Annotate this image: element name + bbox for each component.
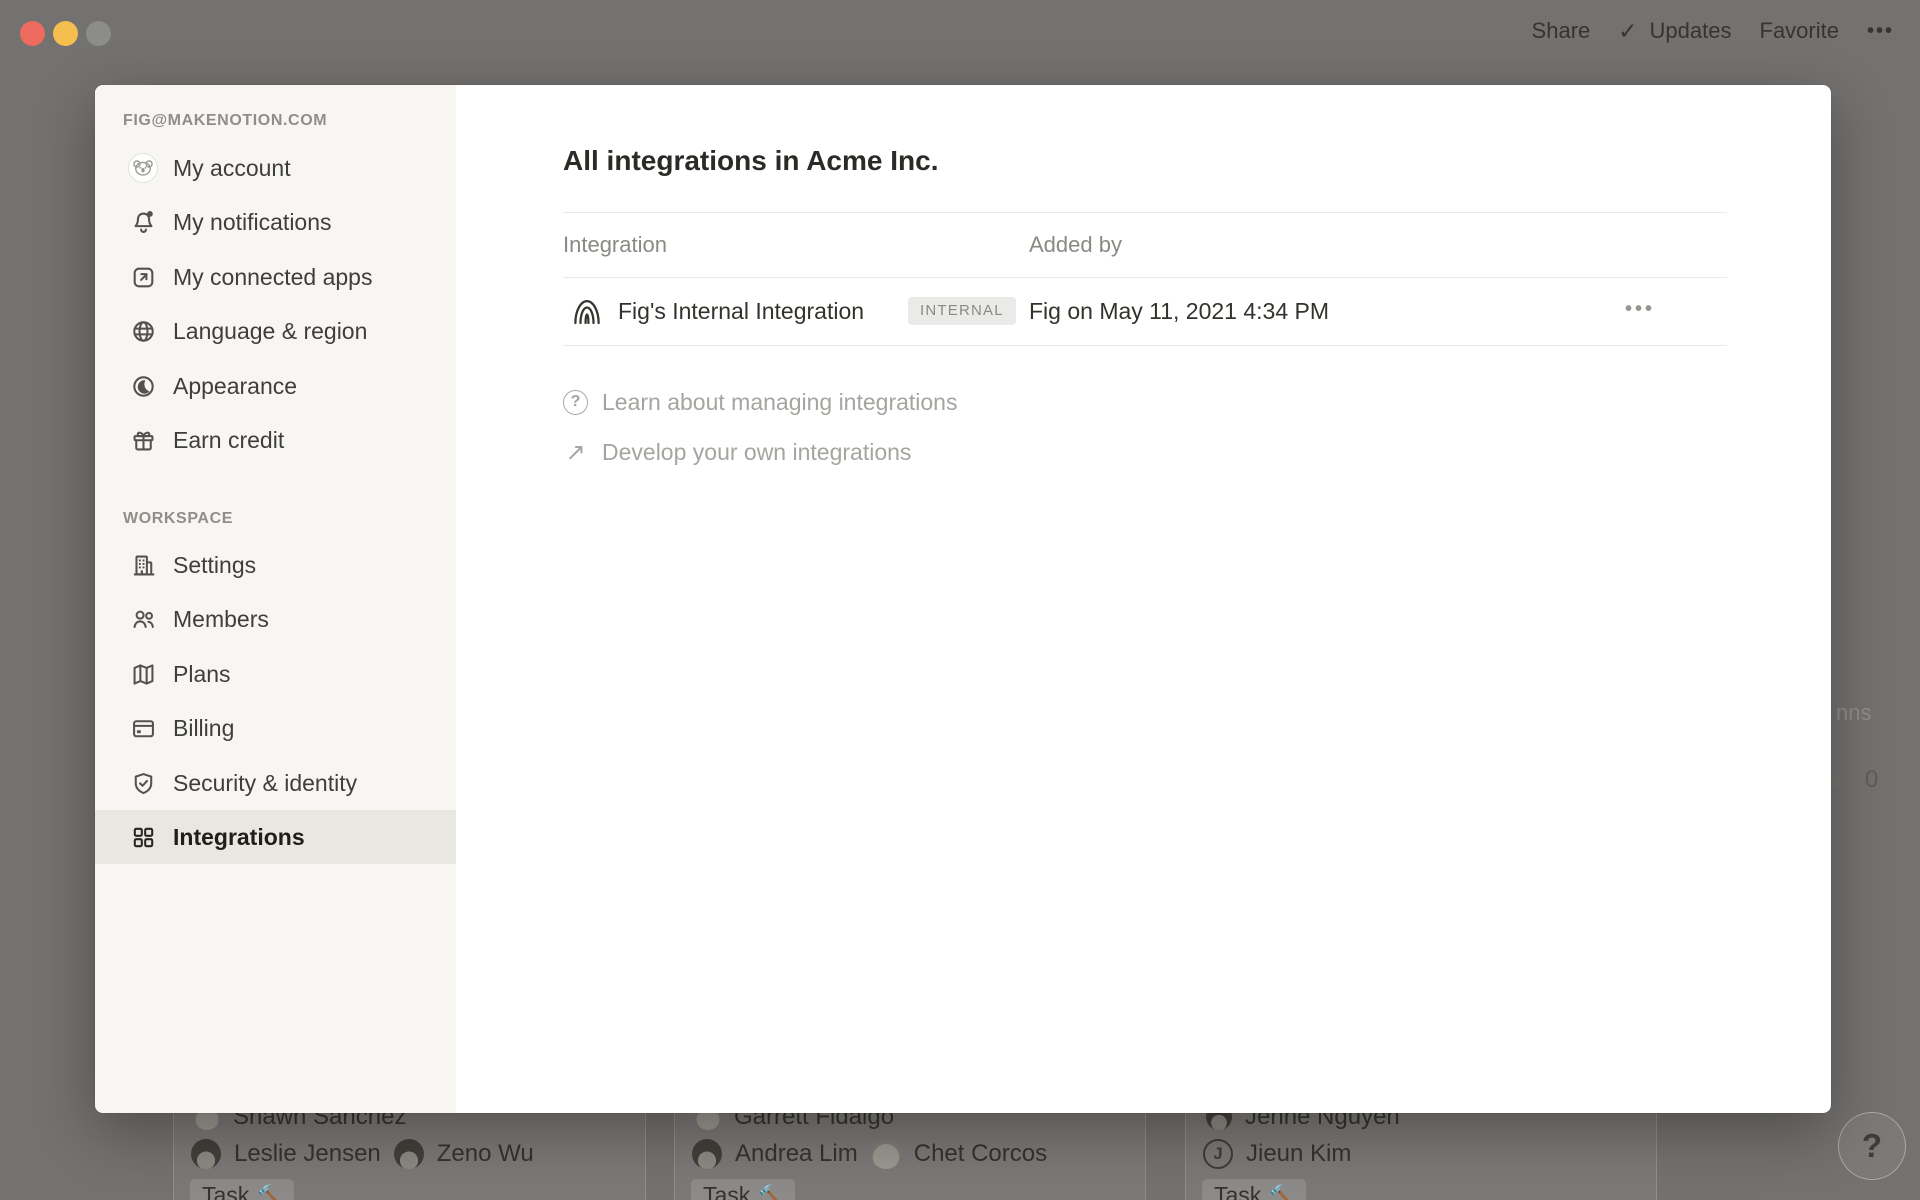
integration-name: Fig's Internal Integration — [618, 277, 864, 345]
sidebar-item-appearance[interactable]: Appearance — [95, 359, 456, 413]
titlebar-actions: Share ✓ Updates Favorite ••• — [1532, 0, 1894, 62]
check-icon: ✓ — [1618, 18, 1637, 45]
avatar-initial: J — [1203, 1139, 1233, 1169]
avatar — [394, 1139, 424, 1169]
board-card: Garrett Fidalgo Andrea Lim Chet Corcos T… — [674, 1098, 1146, 1200]
row-more-icon[interactable]: ••• — [1625, 277, 1655, 345]
learn-integrations-link[interactable]: ? Learn about managing integrations — [563, 385, 957, 419]
sidebar-item-my-connected-apps[interactable]: My connected apps — [95, 250, 456, 304]
updates-label: Updates — [1650, 18, 1732, 44]
credit-card-icon — [128, 713, 158, 743]
task-tag: Task 🔨 — [190, 1179, 294, 1200]
avatar — [191, 1139, 221, 1169]
square-arrow-icon — [128, 262, 158, 292]
integration-row[interactable]: Fig's Internal Integration INTERNAL Fig … — [563, 277, 1727, 345]
building-icon — [128, 550, 158, 580]
sidebar-item-members[interactable]: Members — [95, 592, 456, 646]
sidebar-item-earn-credit[interactable]: Earn credit — [95, 413, 456, 467]
help-button[interactable]: ? — [1838, 1112, 1906, 1180]
link-label: Develop your own integrations — [602, 439, 911, 466]
people-icon — [128, 604, 158, 634]
link-label: Learn about managing integrations — [602, 389, 957, 416]
table-top-border — [563, 212, 1727, 213]
sidebar-item-my-notifications[interactable]: My notifications — [95, 195, 456, 249]
sidebar-item-my-account[interactable]: My account — [95, 141, 456, 195]
settings-sidebar: FIG@MAKENOTION.COM My account — [95, 85, 456, 1113]
globe-icon — [128, 316, 158, 346]
arrow-up-right-icon: ↗ — [563, 438, 588, 467]
hammer-icon: 🔨 — [1269, 1183, 1294, 1200]
window-controls — [20, 21, 111, 46]
board-card: Jenne Nguyen J Jieun Kim Task 🔨 — [1185, 1098, 1657, 1200]
bell-icon — [128, 207, 158, 237]
person-name: Jieun Kim — [1246, 1140, 1351, 1168]
clipped-column-text: nns — [1836, 700, 1871, 726]
moon-icon — [128, 371, 158, 401]
zoom-button[interactable] — [86, 21, 111, 46]
app-window: Share ✓ Updates Favorite ••• Shawn Sanch… — [0, 0, 1920, 1200]
clipped-count-row: s0 — [1827, 766, 1878, 794]
column-header-integration: Integration — [563, 212, 667, 277]
avatar — [692, 1139, 722, 1169]
help-circle-icon: ? — [563, 390, 588, 415]
column-header-added-by: Added by — [1029, 212, 1122, 277]
person-name: Zeno Wu — [437, 1140, 534, 1168]
favorite-button[interactable]: Favorite — [1760, 18, 1839, 44]
fig-integration-icon — [570, 294, 604, 328]
minimize-button[interactable] — [53, 21, 78, 46]
sidebar-item-billing[interactable]: Billing — [95, 701, 456, 755]
user-avatar — [128, 153, 158, 183]
avatar — [871, 1139, 901, 1169]
board-card: Shawn Sanchez Leslie Jensen Zeno Wu Task… — [173, 1098, 646, 1200]
map-icon — [128, 659, 158, 689]
hammer-icon: 🔨 — [758, 1183, 783, 1200]
person-name: Leslie Jensen — [234, 1140, 381, 1168]
sidebar-item-settings[interactable]: Settings — [95, 538, 456, 592]
settings-modal: FIG@MAKENOTION.COM My account — [95, 85, 1831, 1113]
person-name: Andrea Lim — [735, 1140, 858, 1168]
sidebar-item-integrations[interactable]: Integrations — [95, 810, 456, 864]
more-icon[interactable]: ••• — [1867, 20, 1894, 43]
develop-integrations-link[interactable]: ↗ Develop your own integrations — [563, 435, 911, 469]
added-by-value: Fig on May 11, 2021 4:34 PM — [1029, 277, 1329, 345]
sidebar-item-plans[interactable]: Plans — [95, 647, 456, 701]
grid-icon — [128, 822, 158, 852]
sidebar-item-security-identity[interactable]: Security & identity — [95, 756, 456, 810]
count-value: 0 — [1865, 766, 1878, 793]
share-button[interactable]: Share — [1532, 18, 1591, 44]
task-tag: Task 🔨 — [691, 1179, 795, 1200]
page-title: All integrations in Acme Inc. — [563, 145, 938, 177]
row-bottom-border — [563, 345, 1727, 346]
shield-check-icon — [128, 768, 158, 798]
close-button[interactable] — [20, 21, 45, 46]
task-tag: Task 🔨 — [1202, 1179, 1306, 1200]
internal-badge: INTERNAL — [908, 297, 1016, 325]
workspace-header: WORKSPACE — [123, 508, 233, 530]
gift-icon — [128, 425, 158, 455]
sidebar-item-language-region[interactable]: Language & region — [95, 304, 456, 358]
account-email-header: FIG@MAKENOTION.COM — [123, 110, 327, 132]
person-name: Chet Corcos — [914, 1140, 1047, 1168]
hammer-icon: 🔨 — [257, 1183, 282, 1200]
updates-button[interactable]: ✓ Updates — [1618, 18, 1731, 45]
